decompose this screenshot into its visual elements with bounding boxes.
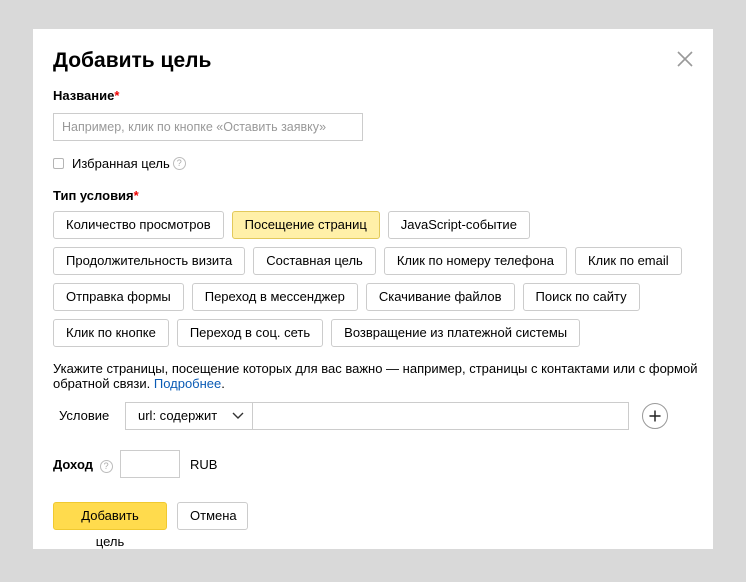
hint-text: Укажите страницы, посещение которых для … — [53, 361, 698, 391]
plus-icon[interactable] — [642, 403, 668, 429]
condition-type-row-4: Клик по кнопке Переход в соц. сеть Возвр… — [53, 319, 581, 347]
condition-operator-value: url: содержит — [138, 408, 218, 423]
cancel-button[interactable]: Отмена — [177, 502, 248, 530]
condition-type-option[interactable]: Поиск по сайту — [522, 283, 640, 311]
required-mark: * — [133, 188, 139, 203]
condition-hint: Укажите страницы, посещение которых для … — [53, 361, 703, 391]
question-icon[interactable]: ? — [99, 460, 113, 473]
chevron-down-icon — [232, 412, 244, 419]
income-label-text: Доход — [53, 457, 93, 472]
hint-end: . — [221, 376, 225, 391]
required-mark: * — [114, 88, 120, 103]
condition-type-option[interactable]: Возвращение из платежной системы — [331, 319, 581, 347]
condition-type-option[interactable]: Клик по email — [574, 247, 682, 275]
income-input[interactable] — [120, 450, 180, 478]
condition-type-option[interactable]: Отправка формы — [53, 283, 184, 311]
add-goal-button[interactable]: Добавить цель — [53, 502, 167, 549]
dialog-title: Добавить цель — [53, 49, 212, 72]
condition-type-option[interactable]: Количество просмотров — [53, 211, 224, 239]
currency-label: RUB — [190, 457, 218, 472]
close-icon[interactable] — [675, 49, 695, 69]
condition-type-option[interactable]: Составная цель — [253, 247, 376, 275]
condition-type-row-1: Количество просмотров Посещение страниц … — [53, 211, 530, 239]
condition-operator-select[interactable]: url: содержит — [125, 402, 253, 430]
favorite-label[interactable]: Избранная цель — [72, 156, 170, 171]
condition-type-option[interactable]: Продолжительность визита — [53, 247, 246, 275]
condition-type-label: Тип условия* — [53, 188, 139, 204]
condition-type-row-3: Отправка формы Переход в мессенджер Скач… — [53, 283, 640, 311]
more-info-link[interactable]: Подробнее — [154, 376, 221, 391]
favorite-goal-row: Избранная цель ? — [53, 156, 186, 171]
condition-type-option-selected[interactable]: Посещение страниц — [231, 211, 380, 239]
name-label-text: Название — [53, 88, 115, 103]
condition-type-option[interactable]: JavaScript-событие — [387, 211, 530, 239]
add-goal-dialog: Добавить цель Название* Избранная цель ?… — [33, 29, 713, 549]
condition-type-option[interactable]: Клик по номеру телефона — [383, 247, 567, 275]
condition-type-row-2: Продолжительность визита Составная цель … — [53, 247, 682, 275]
question-icon[interactable]: ? — [172, 157, 186, 170]
income-label: Доход ? — [53, 457, 113, 473]
goal-name-input[interactable] — [53, 113, 363, 141]
condition-type-option[interactable]: Переход в мессенджер — [191, 283, 358, 311]
name-label: Название* — [53, 88, 119, 104]
condition-type-option[interactable]: Клик по кнопке — [53, 319, 169, 347]
favorite-checkbox[interactable] — [53, 158, 64, 169]
condition-type-option[interactable]: Переход в соц. сеть — [176, 319, 324, 347]
condition-url-input[interactable] — [252, 402, 629, 430]
condition-type-option[interactable]: Скачивание файлов — [365, 283, 515, 311]
condition-type-label-text: Тип условия — [53, 188, 134, 203]
condition-label: Условие — [59, 408, 110, 423]
